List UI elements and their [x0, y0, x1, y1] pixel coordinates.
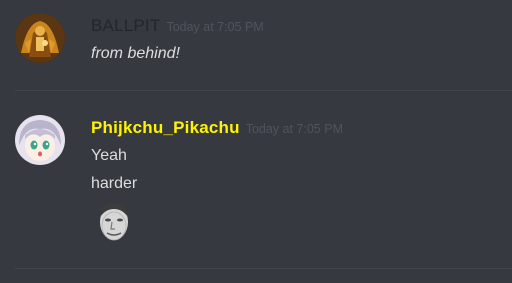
message-text: harder: [91, 175, 138, 192]
message-header: Phijkchu_Pikachu Today at 7:05 PM: [91, 118, 343, 138]
timestamp: Today at 7:05 PM: [166, 20, 264, 34]
message-text: from behind!: [91, 45, 180, 62]
anime-girl-avatar-icon[interactable]: [15, 115, 65, 165]
message-divider: [15, 90, 512, 91]
message-header: BALLPIT Today at 7:05 PM: [91, 16, 264, 36]
kappa-face-emoji-icon[interactable]: [96, 200, 132, 242]
timestamp: Today at 7:05 PM: [245, 122, 343, 136]
username[interactable]: Phijkchu_Pikachu: [91, 118, 240, 137]
character-avatar-icon[interactable]: [15, 13, 65, 63]
message-text: Yeah: [91, 147, 127, 164]
message-divider: [15, 268, 512, 269]
username[interactable]: BALLPIT: [91, 16, 160, 35]
